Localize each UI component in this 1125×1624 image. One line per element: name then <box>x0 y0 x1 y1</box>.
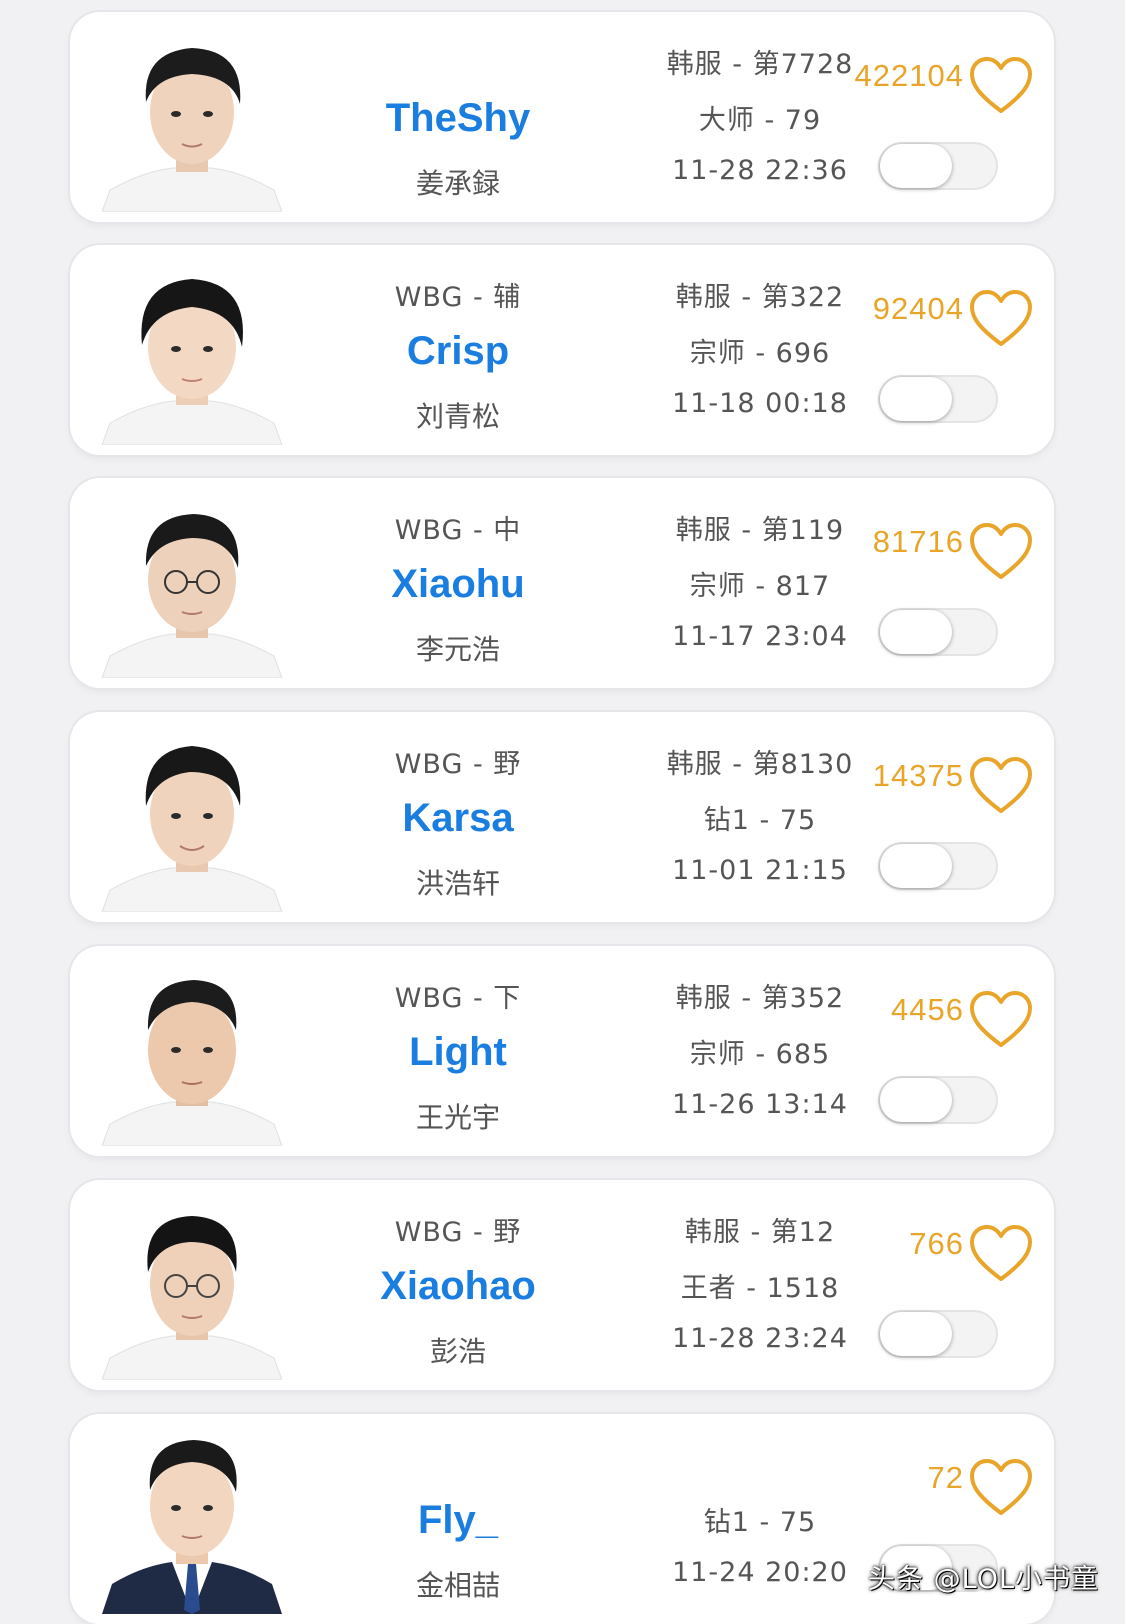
follow-toggle[interactable] <box>878 1310 998 1358</box>
player-name[interactable]: TheShy <box>308 96 608 141</box>
toggle-knob <box>880 144 952 188</box>
tier-points: 宗师 - 696 <box>689 338 831 369</box>
player-card[interactable]: WBG - 野 Xiaohao 彭浩 韩服 - 第12 王者 - 1518 11… <box>70 1180 1054 1390</box>
player-real-name: 姜承録 <box>415 167 500 200</box>
player-photo <box>102 1216 282 1380</box>
player-real-name: 彭浩 <box>429 1335 486 1368</box>
watermark-text: 头条 @LOL小书童 <box>868 1564 1099 1595</box>
player-name[interactable]: Light <box>308 1030 608 1075</box>
last-active-time: 11-18 00:18 <box>672 388 848 419</box>
player-name[interactable]: Karsa <box>308 796 608 841</box>
follow-toggle[interactable] <box>878 608 998 656</box>
like-count: 422104 <box>854 58 964 93</box>
server-rank: 韩服 - 第322 <box>675 282 845 313</box>
team-role: WBG - 下 <box>394 983 522 1014</box>
like-count: 766 <box>909 1226 964 1261</box>
tier-points: 宗师 - 685 <box>689 1039 831 1070</box>
like-count: 81716 <box>872 524 964 559</box>
tier-points: 王者 - 1518 <box>680 1273 840 1304</box>
like-count: 14375 <box>872 758 964 793</box>
server-rank: 韩服 - 第352 <box>675 983 845 1014</box>
follow-toggle[interactable] <box>878 142 998 190</box>
team-role: WBG - 野 <box>394 1217 522 1248</box>
player-avatar <box>102 22 282 212</box>
toggle-knob <box>880 610 952 654</box>
last-active-time: 11-28 23:24 <box>672 1323 848 1354</box>
last-active-time: 11-17 23:04 <box>672 621 848 652</box>
last-active-time: 11-01 21:15 <box>672 855 848 886</box>
player-photo <box>102 746 282 912</box>
player-list: TheShy 姜承録 韩服 - 第7728 大师 - 79 11-28 22:3… <box>0 0 1125 1624</box>
server-rank: 韩服 - 第12 <box>684 1217 836 1248</box>
tier-points: 宗师 - 817 <box>689 571 831 602</box>
player-real-name: 李元浩 <box>415 633 500 666</box>
follow-toggle[interactable] <box>878 842 998 890</box>
player-avatar <box>102 956 282 1146</box>
toggle-knob <box>880 377 952 421</box>
heart-icon[interactable] <box>968 56 1034 116</box>
player-avatar <box>102 1190 282 1380</box>
player-name[interactable]: Xiaohao <box>308 1264 608 1309</box>
heart-icon[interactable] <box>968 990 1034 1050</box>
team-role: WBG - 中 <box>394 515 522 546</box>
follow-toggle[interactable] <box>878 1076 998 1124</box>
toggle-knob <box>880 1312 952 1356</box>
player-name[interactable]: Xiaohu <box>308 562 608 607</box>
last-active-time: 11-28 22:36 <box>672 155 848 186</box>
heart-icon[interactable] <box>968 289 1034 349</box>
like-count: 92404 <box>872 291 964 326</box>
player-photo <box>102 48 282 212</box>
player-card[interactable]: WBG - 辅 Crisp 刘青松 韩服 - 第322 宗师 - 696 11-… <box>70 245 1054 455</box>
player-avatar <box>102 488 282 678</box>
last-active-time: 11-24 20:20 <box>672 1557 848 1588</box>
player-name[interactable]: Fly_ <box>308 1498 608 1543</box>
follow-toggle[interactable] <box>878 375 998 423</box>
player-photo <box>102 514 282 678</box>
player-card[interactable]: TheShy 姜承録 韩服 - 第7728 大师 - 79 11-28 22:3… <box>70 12 1054 222</box>
toggle-knob <box>880 1078 952 1122</box>
toggle-knob <box>880 844 952 888</box>
player-real-name: 金相喆 <box>415 1569 500 1602</box>
player-avatar <box>102 255 282 445</box>
player-card[interactable]: WBG - 中 Xiaohu 李元浩 韩服 - 第119 宗师 - 817 11… <box>70 478 1054 688</box>
player-photo <box>102 980 282 1146</box>
player-real-name: 刘青松 <box>415 400 500 433</box>
player-card[interactable]: WBG - 下 Light 王光宇 韩服 - 第352 宗师 - 685 11-… <box>70 946 1054 1156</box>
player-photo <box>102 279 282 445</box>
tier-points: 钻1 - 75 <box>703 1507 817 1538</box>
player-real-name: 王光宇 <box>415 1101 500 1134</box>
heart-icon[interactable] <box>968 1224 1034 1284</box>
tier-points: 大师 - 79 <box>698 105 822 136</box>
like-count: 72 <box>927 1460 964 1495</box>
tier-points: 钻1 - 75 <box>703 805 817 836</box>
player-card[interactable]: WBG - 野 Karsa 洪浩轩 韩服 - 第8130 钻1 - 75 11-… <box>70 712 1054 922</box>
player-avatar <box>102 1424 282 1614</box>
team-role: WBG - 辅 <box>394 282 522 313</box>
like-count: 4456 <box>891 992 964 1027</box>
server-rank: 韩服 - 第8130 <box>666 749 854 780</box>
server-rank: 韩服 - 第119 <box>675 515 845 546</box>
heart-icon[interactable] <box>968 522 1034 582</box>
heart-icon[interactable] <box>968 1458 1034 1518</box>
player-photo <box>102 1440 282 1614</box>
player-name[interactable]: Crisp <box>308 329 608 374</box>
last-active-time: 11-26 13:14 <box>672 1089 848 1120</box>
player-real-name: 洪浩轩 <box>415 867 500 900</box>
heart-icon[interactable] <box>968 756 1034 816</box>
player-avatar <box>102 722 282 912</box>
team-role: WBG - 野 <box>394 749 522 780</box>
